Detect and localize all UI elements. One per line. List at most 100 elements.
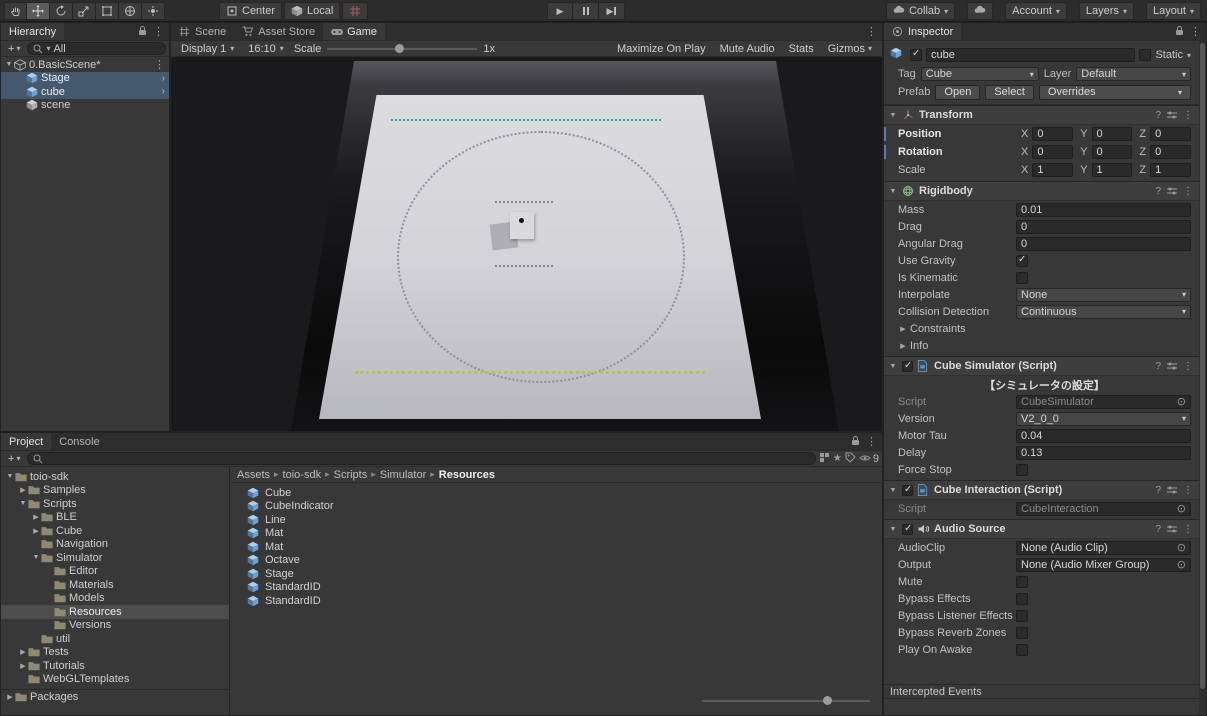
- hand-tool-button[interactable]: [4, 2, 27, 20]
- force-stop-checkbox[interactable]: [1016, 464, 1028, 476]
- help-icon[interactable]: ?: [1155, 186, 1161, 197]
- rotation-y-field[interactable]: 0: [1092, 145, 1133, 159]
- project-folder-versions[interactable]: Versions: [1, 619, 229, 633]
- move-tool-button[interactable]: [27, 2, 50, 20]
- tab-asset-store[interactable]: Asset Store: [234, 23, 323, 40]
- foldout-arrow-icon[interactable]: ▼: [888, 363, 898, 370]
- rect-tool-button[interactable]: [96, 2, 119, 20]
- prefab-expand-chevron-icon[interactable]: ›: [158, 86, 169, 97]
- aspect-ratio-dropdown[interactable]: 16:10▾: [244, 43, 288, 55]
- object-picker-icon[interactable]: ⊙: [1177, 395, 1186, 408]
- project-folder-samples[interactable]: ▶Samples: [1, 484, 229, 498]
- component-header-audio-source[interactable]: ▼Audio Source?⋮: [884, 519, 1199, 539]
- project-folder-models[interactable]: Models: [1, 592, 229, 606]
- bypass-effects-checkbox[interactable]: [1016, 593, 1028, 605]
- collab-button[interactable]: Collab ▾: [886, 2, 955, 20]
- project-folder-scripts[interactable]: ▼Scripts: [1, 497, 229, 511]
- constraints-row[interactable]: ▶Constraints: [884, 320, 1199, 337]
- hierarchy-item-stage[interactable]: Stage›: [1, 72, 169, 86]
- project-folder-webgltemplates[interactable]: WebGLTemplates: [1, 673, 229, 687]
- project-folder-tests[interactable]: ▶Tests: [1, 646, 229, 660]
- kebab-menu-icon[interactable]: ⋮: [1183, 110, 1193, 121]
- tag-dropdown[interactable]: Cube▾: [921, 67, 1039, 81]
- project-folder-tutorials[interactable]: ▶Tutorials: [1, 659, 229, 673]
- preset-icon[interactable]: [1167, 110, 1177, 120]
- project-folder-cube[interactable]: ▶Cube: [1, 524, 229, 538]
- collision-detection-dropdown[interactable]: Continuous▾: [1016, 305, 1191, 319]
- angular-drag-field[interactable]: 0: [1016, 237, 1191, 251]
- project-folder-materials[interactable]: Materials: [1, 578, 229, 592]
- bypass-reverb-zones-checkbox[interactable]: [1016, 627, 1028, 639]
- asset-zoom-slider[interactable]: [702, 696, 870, 706]
- slider-thumb[interactable]: [823, 696, 832, 705]
- scale-tool-button[interactable]: [73, 2, 96, 20]
- game-viewport[interactable]: [171, 57, 882, 431]
- mute-checkbox[interactable]: [1016, 576, 1028, 588]
- search-by-type-icon[interactable]: [819, 452, 830, 466]
- maximize-on-play-button[interactable]: Maximize On Play: [613, 43, 710, 55]
- pivot-mode-button[interactable]: Center: [219, 2, 282, 20]
- asset-item-cube[interactable]: Cube: [235, 486, 882, 500]
- cloud-button[interactable]: [967, 2, 993, 20]
- rotation-x-field[interactable]: 0: [1032, 145, 1073, 159]
- foldout-arrow-icon[interactable]: ▼: [888, 188, 898, 195]
- breadcrumb-item[interactable]: toio-sdk: [283, 469, 322, 481]
- asset-item-standardid[interactable]: StandardID: [235, 581, 882, 595]
- project-folder-packages[interactable]: ▶Packages: [1, 689, 229, 703]
- project-folder-toio-sdk[interactable]: ▼toio-sdk: [1, 470, 229, 484]
- foldout-arrow-icon[interactable]: ▶: [898, 325, 908, 333]
- script-object-field[interactable]: CubeSimulator⊙: [1016, 395, 1191, 409]
- position-x-field[interactable]: 0: [1032, 127, 1073, 141]
- version-dropdown[interactable]: V2_0_0▾: [1016, 412, 1191, 426]
- kebab-menu-icon[interactable]: ⋮: [866, 25, 877, 38]
- preset-icon[interactable]: [1167, 524, 1177, 534]
- audioclip-object-field[interactable]: None (Audio Clip)⊙: [1016, 541, 1191, 555]
- scale-z-field[interactable]: 1: [1150, 163, 1191, 177]
- position-z-field[interactable]: 0: [1150, 127, 1191, 141]
- kebab-menu-icon[interactable]: ⋮: [1183, 485, 1193, 496]
- breadcrumb-item[interactable]: Simulator: [380, 469, 426, 481]
- gizmos-dropdown[interactable]: Gizmos▾: [824, 43, 876, 55]
- preset-icon[interactable]: [1167, 485, 1177, 495]
- foldout-arrow-icon[interactable]: ▼: [888, 526, 898, 533]
- object-picker-icon[interactable]: ⊙: [1177, 558, 1186, 571]
- component-header-transform[interactable]: ▼Transform?⋮: [884, 105, 1199, 125]
- kebab-menu-icon[interactable]: ⋮: [1190, 25, 1201, 38]
- asset-item-octave[interactable]: Octave: [235, 554, 882, 568]
- scale-x-field[interactable]: 1: [1032, 163, 1073, 177]
- component-header-cube-simulator-script[interactable]: ▼Cube Simulator (Script)?⋮: [884, 356, 1199, 376]
- tab-inspector[interactable]: Inspector: [884, 23, 961, 40]
- component-enabled-checkbox[interactable]: [902, 524, 913, 535]
- project-folder-ble[interactable]: ▶BLE: [1, 511, 229, 525]
- inspector-scrollbar[interactable]: [1199, 41, 1206, 715]
- rotate-tool-button[interactable]: [50, 2, 73, 20]
- component-enabled-checkbox[interactable]: [902, 361, 913, 372]
- project-folder-simulator[interactable]: ▼Simulator: [1, 551, 229, 565]
- foldout-arrow-icon[interactable]: ▼: [888, 487, 898, 494]
- stats-button[interactable]: Stats: [785, 43, 818, 55]
- rotation-z-field[interactable]: 0: [1150, 145, 1191, 159]
- position-y-field[interactable]: 0: [1092, 127, 1133, 141]
- project-folder-resources[interactable]: Resources: [1, 605, 229, 619]
- kebab-menu-icon[interactable]: ⋮: [1183, 361, 1193, 372]
- create-menu-button[interactable]: + ▾: [4, 42, 24, 56]
- play-on-awake-checkbox[interactable]: [1016, 644, 1028, 656]
- kebab-menu-icon[interactable]: ⋮: [153, 25, 164, 38]
- lock-icon[interactable]: [851, 435, 860, 449]
- layout-button[interactable]: Layout ▾: [1146, 2, 1201, 20]
- asset-item-mat[interactable]: Mat: [235, 527, 882, 541]
- help-icon[interactable]: ?: [1155, 524, 1161, 535]
- script-object-field[interactable]: CubeInteraction⊙: [1016, 502, 1191, 516]
- layers-button[interactable]: Layers ▾: [1079, 2, 1134, 20]
- prefab-open-button[interactable]: Open: [935, 85, 980, 100]
- asset-item-line[interactable]: Line: [235, 513, 882, 527]
- name-field[interactable]: cube: [926, 48, 1135, 62]
- foldout-arrow-icon[interactable]: ▶: [898, 342, 908, 350]
- mute-audio-button[interactable]: Mute Audio: [716, 43, 779, 55]
- delay-field[interactable]: 0.13: [1016, 446, 1191, 460]
- help-icon[interactable]: ?: [1155, 361, 1161, 372]
- item-options-icon[interactable]: ⋮: [150, 58, 169, 71]
- project-folder-editor[interactable]: Editor: [1, 565, 229, 579]
- lock-icon[interactable]: [1175, 25, 1184, 39]
- grid-snap-button[interactable]: [342, 2, 368, 20]
